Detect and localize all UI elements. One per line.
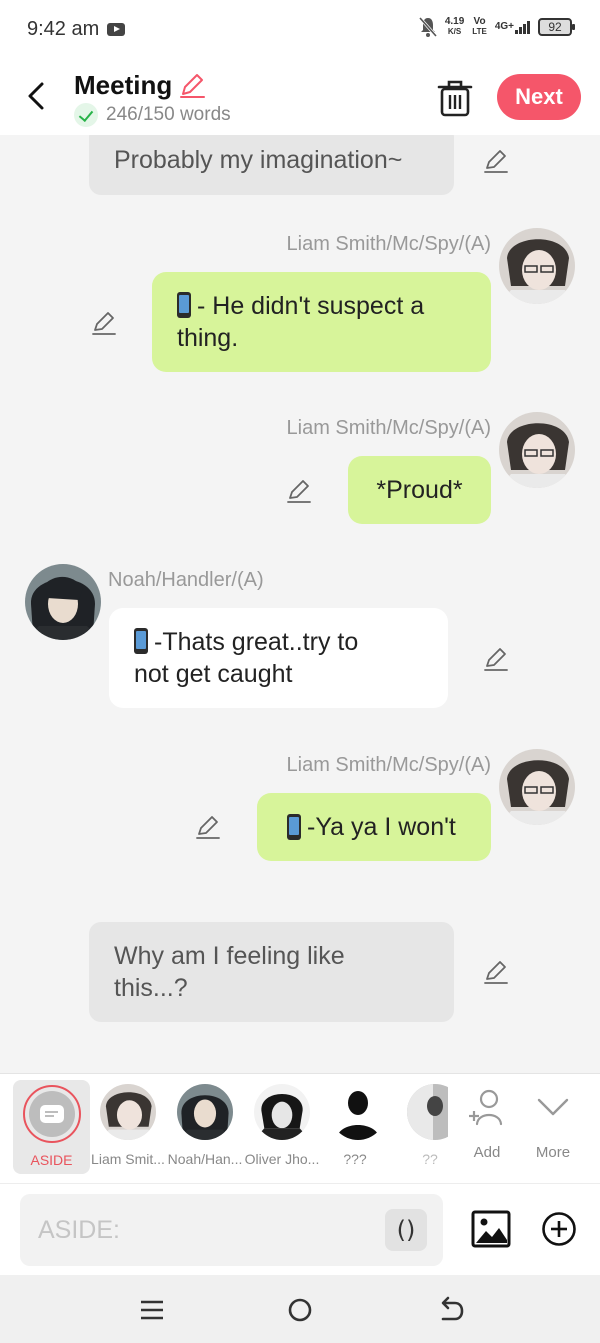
- edit-message-pencil-icon[interactable]: [194, 813, 222, 841]
- chat-area[interactable]: Probably my imagination~ Liam Smith/Mc/S…: [0, 135, 600, 1073]
- add-label: Add: [473, 1144, 501, 1161]
- character-oliver[interactable]: Oliver Jho...: [242, 1074, 322, 1184]
- sender-name: Noah/Handler/(A): [108, 569, 264, 591]
- outgoing-message[interactable]: -Ya ya I won't: [257, 793, 491, 861]
- recent-apps-icon[interactable]: [137, 1295, 167, 1325]
- more-button[interactable]: More: [523, 1086, 583, 1161]
- status-bar: 9:42 am 4.19 K/S Vo LTE 4G+ 92: [0, 0, 600, 60]
- message-text: *Proud*: [376, 476, 463, 504]
- next-button[interactable]: Next: [497, 74, 581, 120]
- character-label: Liam Smit...: [91, 1151, 165, 1167]
- word-count-row: 246/150 words: [74, 103, 231, 127]
- message-text-line: this...?: [114, 974, 188, 1002]
- outgoing-message[interactable]: *Proud*: [348, 456, 491, 524]
- bell-muted-icon: [418, 17, 437, 37]
- word-count: 246/150 words: [106, 104, 231, 125]
- edit-message-pencil-icon[interactable]: [482, 147, 510, 175]
- page-title: Meeting: [74, 70, 173, 100]
- trash-icon[interactable]: [436, 78, 474, 118]
- system-nav-bar: [0, 1275, 600, 1343]
- message-text: Probably my imagination~: [114, 146, 403, 174]
- input-bar: (): [0, 1183, 600, 1275]
- character-picker[interactable]: ASIDE Liam Smit... Noah/Han... Oliver Jh…: [0, 1073, 600, 1183]
- edit-message-pencil-icon[interactable]: [90, 309, 118, 337]
- youtube-notification-icon: [107, 23, 125, 36]
- sender-name: Liam Smith/Mc/Spy/(A): [286, 233, 491, 255]
- more-label: More: [535, 1144, 571, 1161]
- add-character-button[interactable]: Add: [457, 1086, 517, 1161]
- character-unknown-1[interactable]: ???: [322, 1074, 388, 1184]
- avatar: [100, 1084, 156, 1140]
- message-input-box: (): [20, 1194, 443, 1266]
- avatar: [407, 1084, 448, 1140]
- character-aside[interactable]: ASIDE: [13, 1080, 90, 1174]
- aside-message[interactable]: Probably my imagination~: [89, 135, 454, 195]
- avatar: [254, 1084, 310, 1140]
- avatar[interactable]: [499, 749, 575, 825]
- message-text-line: thing.: [177, 324, 239, 352]
- avatar: [177, 1084, 233, 1140]
- silhouette-avatar: [330, 1084, 386, 1140]
- character-label: ??: [422, 1151, 438, 1167]
- message-text-line: not get caught: [134, 660, 293, 688]
- character-liam[interactable]: Liam Smit...: [89, 1074, 167, 1184]
- chevron-down-icon: [537, 1098, 569, 1116]
- sender-name: Liam Smith/Mc/Spy/(A): [286, 417, 491, 439]
- edit-message-pencil-icon[interactable]: [482, 645, 510, 673]
- character-label: Noah/Han...: [167, 1151, 243, 1167]
- battery-icon: 92: [538, 18, 575, 36]
- header: Meeting 246/150 words Next: [0, 60, 600, 135]
- character-label: Oliver Jho...: [244, 1151, 320, 1167]
- avatar[interactable]: [499, 412, 575, 488]
- incoming-message[interactable]: -Thats great..try to not get caught: [109, 608, 448, 708]
- avatar[interactable]: [25, 564, 101, 640]
- add-circle-icon[interactable]: [541, 1211, 577, 1247]
- message-text-line: -Thats great..try to: [154, 628, 359, 656]
- volte-indicator: Vo LTE: [472, 16, 487, 37]
- sender-name: Liam Smith/Mc/Spy/(A): [286, 754, 491, 776]
- network-speed: 4.19 K/S: [444, 16, 465, 37]
- character-label: ASIDE: [30, 1152, 73, 1168]
- status-indicators: 4.19 K/S Vo LTE 4G+ 92: [418, 16, 575, 38]
- character-noah[interactable]: Noah/Han...: [166, 1074, 244, 1184]
- aside-note-icon: [40, 1105, 64, 1123]
- status-time: 9:42 am: [27, 18, 100, 40]
- phone-emoji-icon: [287, 814, 301, 840]
- message-text-line: - He didn't suspect a: [197, 292, 425, 320]
- edit-title-pencil-icon[interactable]: [178, 72, 206, 100]
- character-unknown-2[interactable]: ??: [396, 1074, 448, 1184]
- message-text-line: Why am I feeling like: [114, 942, 345, 970]
- back-arrow-icon[interactable]: [22, 78, 52, 114]
- phone-emoji-icon: [177, 292, 191, 318]
- aside-avatar: [23, 1085, 81, 1143]
- message-input[interactable]: [38, 1194, 378, 1266]
- character-label: ???: [343, 1151, 367, 1167]
- back-nav-icon[interactable]: [435, 1295, 465, 1325]
- home-icon[interactable]: [285, 1295, 315, 1325]
- edit-message-pencil-icon[interactable]: [482, 958, 510, 986]
- aside-message[interactable]: Why am I feeling like this...?: [89, 922, 454, 1022]
- parentheses-button[interactable]: (): [385, 1209, 427, 1251]
- check-icon: [74, 103, 98, 127]
- title-row: Meeting: [74, 70, 206, 101]
- phone-emoji-icon: [134, 628, 148, 654]
- image-icon[interactable]: [471, 1210, 511, 1248]
- signal-icon: 4G+: [495, 20, 530, 34]
- add-person-icon: [469, 1089, 503, 1126]
- outgoing-message[interactable]: - He didn't suspect a thing.: [152, 272, 491, 372]
- avatar[interactable]: [499, 228, 575, 304]
- message-text: -Ya ya I won't: [307, 813, 456, 841]
- edit-message-pencil-icon[interactable]: [285, 477, 313, 505]
